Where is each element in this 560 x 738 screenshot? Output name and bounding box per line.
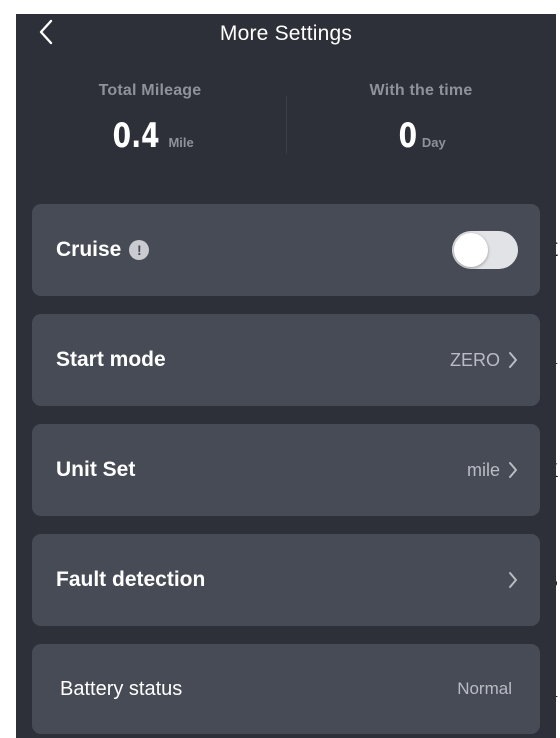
start-mode-value-group: ZERO bbox=[450, 350, 518, 371]
unit-set-label: Unit Set bbox=[56, 458, 136, 481]
total-mileage-unit: Mile bbox=[168, 135, 194, 150]
stat-divider bbox=[286, 96, 287, 154]
start-mode-value: ZERO bbox=[449, 349, 500, 370]
start-mode-setting-row[interactable]: Start mode ZERO bbox=[32, 314, 540, 406]
with-the-time-stat: With the time 0 Day bbox=[296, 82, 546, 156]
total-mileage-value: 0.4 bbox=[112, 116, 160, 156]
page-title: More Settings bbox=[219, 22, 353, 45]
unit-set-value-group: mile bbox=[467, 460, 518, 481]
battery-status-value-group: Normal bbox=[457, 679, 512, 699]
toggle-knob bbox=[454, 233, 488, 267]
cruise-label-group: Cruise ! bbox=[56, 238, 150, 262]
chevron-right-icon bbox=[508, 571, 518, 589]
total-mileage-value-row: 0.4 Mile bbox=[25, 116, 275, 156]
info-icon[interactable]: ! bbox=[129, 240, 150, 260]
fault-detection-label: Fault detection bbox=[56, 568, 206, 591]
fault-detection-setting-row[interactable]: Fault detection bbox=[32, 534, 540, 626]
chevron-right-icon bbox=[508, 461, 518, 479]
with-the-time-label: With the time bbox=[369, 82, 473, 99]
with-the-time-unit: Day bbox=[421, 135, 446, 150]
start-mode-label: Start mode bbox=[56, 348, 166, 371]
app-screen: More Settings Total Mileage 0.4 Mile Wit… bbox=[16, 14, 556, 738]
battery-status-label: Battery status bbox=[60, 677, 183, 700]
unit-set-value: mile bbox=[466, 459, 500, 480]
unit-set-setting-row[interactable]: Unit Set mile bbox=[32, 424, 540, 516]
chevron-right-icon bbox=[508, 351, 518, 369]
battery-status-row: Battery status Normal bbox=[32, 644, 540, 734]
cruise-label: Cruise bbox=[56, 238, 122, 261]
screenshot-page: t l k s n More Settings Total Mileage 0.… bbox=[0, 0, 560, 738]
with-the-time-value: 0 bbox=[398, 116, 418, 156]
navigation-bar: More Settings bbox=[16, 14, 556, 56]
with-the-time-value-row: 0 Day bbox=[296, 116, 546, 156]
fault-detection-value-group bbox=[500, 571, 518, 589]
cruise-setting-row: Cruise ! bbox=[32, 204, 540, 296]
battery-status-value: Normal bbox=[457, 679, 512, 698]
total-mileage-stat: Total Mileage 0.4 Mile bbox=[25, 82, 275, 156]
total-mileage-label: Total Mileage bbox=[98, 82, 202, 99]
cruise-toggle[interactable] bbox=[452, 231, 518, 269]
